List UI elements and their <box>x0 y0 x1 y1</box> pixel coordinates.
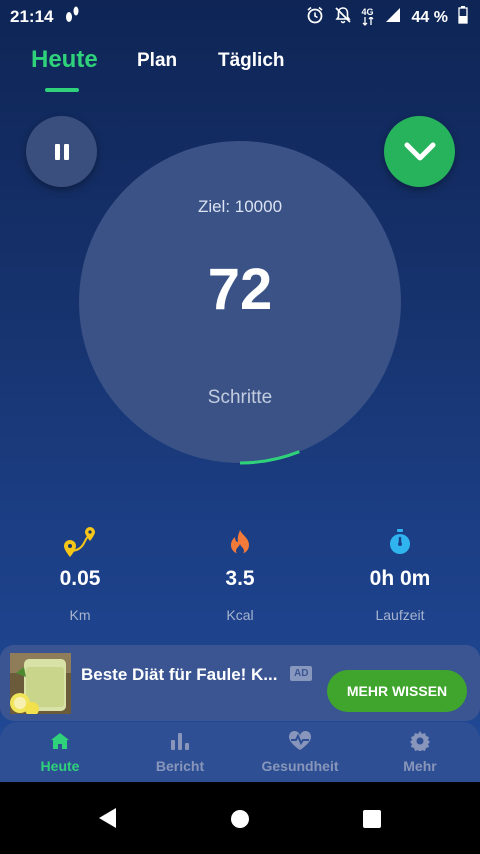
distance-unit: Km <box>69 607 91 623</box>
stat-duration: 0h 0m Laufzeit <box>320 525 480 623</box>
ad-image[interactable] <box>10 653 71 714</box>
signal-icon <box>384 6 402 29</box>
route-icon <box>0 525 160 559</box>
pause-icon <box>54 143 69 160</box>
recents-square-icon <box>363 810 381 828</box>
tab-taeglich[interactable]: Täglich <box>218 50 285 72</box>
flame-icon <box>160 525 320 559</box>
footsteps-icon <box>64 6 80 29</box>
duration-unit: Laufzeit <box>375 607 425 623</box>
goal-label: Ziel: 10000 <box>197 197 283 216</box>
nav-item-bericht[interactable]: Bericht <box>120 730 240 774</box>
nav-item-mehr[interactable]: Mehr <box>360 730 480 774</box>
ad-badge: AD <box>290 666 313 681</box>
network-type: 4G <box>361 6 374 17</box>
app-screen: 21:14 4G 44 % Heute Plan Täglich Ziel: 1… <box>0 0 480 782</box>
tab-plan[interactable]: Plan <box>137 50 177 72</box>
home-button[interactable] <box>230 809 250 834</box>
back-button[interactable] <box>96 806 118 835</box>
ad-cta-button[interactable]: MEHR WISSEN <box>327 670 467 712</box>
calories-unit: Kcal <box>226 607 254 623</box>
recents-button[interactable] <box>362 809 382 834</box>
bottom-navigation: Heute Bericht Gesundheit Mehr <box>0 722 480 782</box>
nav-label-heute: Heute <box>40 758 80 774</box>
ad-banner[interactable]: Beste Diät für Faule! K... AD MEHR WISSE… <box>0 645 480 721</box>
nav-label-mehr: Mehr <box>403 758 437 774</box>
tab-heute[interactable]: Heute <box>31 46 98 74</box>
notifications-off-icon <box>334 6 352 29</box>
heart-pulse-icon <box>240 730 360 752</box>
home-circle-icon <box>231 810 249 828</box>
battery-percent: 44 % <box>411 8 448 26</box>
status-bar: 21:14 4G 44 % <box>0 0 480 34</box>
nav-label-gesundheit: Gesundheit <box>261 758 339 774</box>
bar-chart-icon <box>120 730 240 752</box>
system-navigation-bar <box>0 782 480 854</box>
top-tabs: Heute Plan Täglich <box>0 46 480 96</box>
network-indicator: 4G <box>361 6 374 28</box>
calories-value: 3.5 <box>225 567 255 590</box>
alarm-icon <box>306 6 324 29</box>
status-time: 21:14 <box>10 7 54 26</box>
stopwatch-icon <box>320 525 480 559</box>
ad-title[interactable]: Beste Diät für Faule! K... <box>81 665 281 685</box>
stat-calories: 3.5 Kcal <box>160 525 320 623</box>
nav-item-gesundheit[interactable]: Gesundheit <box>240 730 360 774</box>
battery-icon <box>458 6 468 29</box>
steps-count: 72 <box>207 257 273 322</box>
gear-icon <box>360 730 480 752</box>
active-tab-indicator <box>45 88 79 92</box>
distance-value: 0.05 <box>59 567 101 590</box>
home-icon <box>0 730 120 752</box>
stat-distance: 0.05 Km <box>0 525 160 623</box>
status-icons: 4G 44 % <box>306 6 468 29</box>
duration-value: 0h 0m <box>369 567 431 590</box>
back-triangle-icon <box>99 808 116 828</box>
nav-label-bericht: Bericht <box>155 758 205 774</box>
steps-label: Schritte <box>207 387 273 408</box>
nav-item-heute[interactable]: Heute <box>0 730 120 774</box>
chevron-down-icon <box>404 142 435 160</box>
